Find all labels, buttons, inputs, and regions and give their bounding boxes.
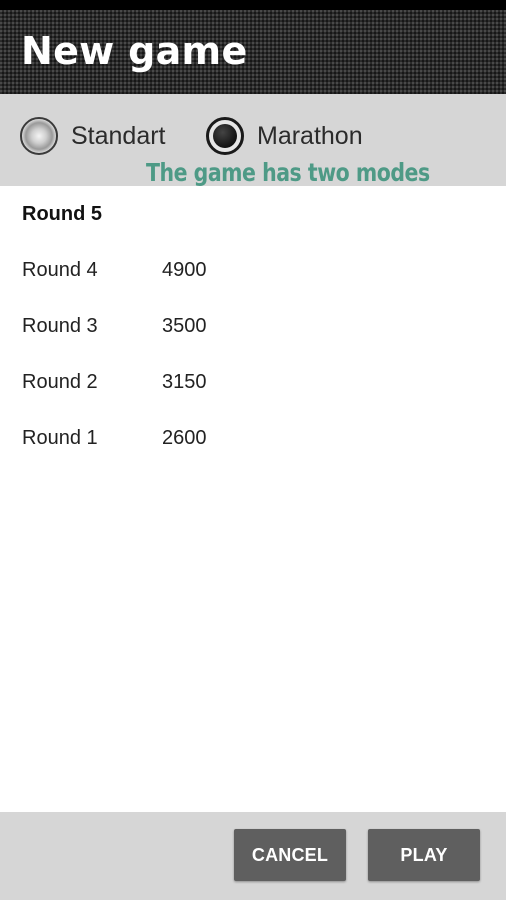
round-row-1: Round 1 2600 <box>0 410 506 466</box>
round-row-5: Round 5 <box>0 186 506 242</box>
round-score: 2600 <box>162 427 207 449</box>
radio-checked-icon[interactable] <box>206 117 244 155</box>
cancel-button[interactable]: CANCEL <box>234 829 346 881</box>
round-label: Round 3 <box>22 315 98 337</box>
mode-option-standart[interactable]: Standart <box>20 114 166 158</box>
round-row-2: Round 2 3150 <box>0 354 506 410</box>
round-row-3: Round 3 3500 <box>0 298 506 354</box>
round-score: 4900 <box>162 259 207 281</box>
round-label: Round 4 <box>22 259 98 281</box>
round-score: 3150 <box>162 371 207 393</box>
dialog-title: New game <box>21 29 248 73</box>
mode-label-standart: Standart <box>71 121 166 150</box>
round-score: 3500 <box>162 315 207 337</box>
title-bar: New game <box>0 10 506 94</box>
mode-label-marathon: Marathon <box>257 121 363 150</box>
round-label: Round 5 <box>22 203 102 225</box>
round-label: Round 2 <box>22 371 98 393</box>
round-label: Round 1 <box>22 427 98 449</box>
round-row-4: Round 4 4900 <box>0 242 506 298</box>
play-button[interactable]: PLAY <box>368 829 480 881</box>
status-strip <box>0 0 506 10</box>
mode-option-marathon[interactable]: Marathon <box>206 114 363 158</box>
radio-unchecked-icon[interactable] <box>20 117 58 155</box>
caption-overlay: The game has two modes <box>146 158 430 187</box>
dialog-footer: CANCEL PLAY <box>0 812 506 900</box>
radio-dot-icon <box>213 124 237 148</box>
